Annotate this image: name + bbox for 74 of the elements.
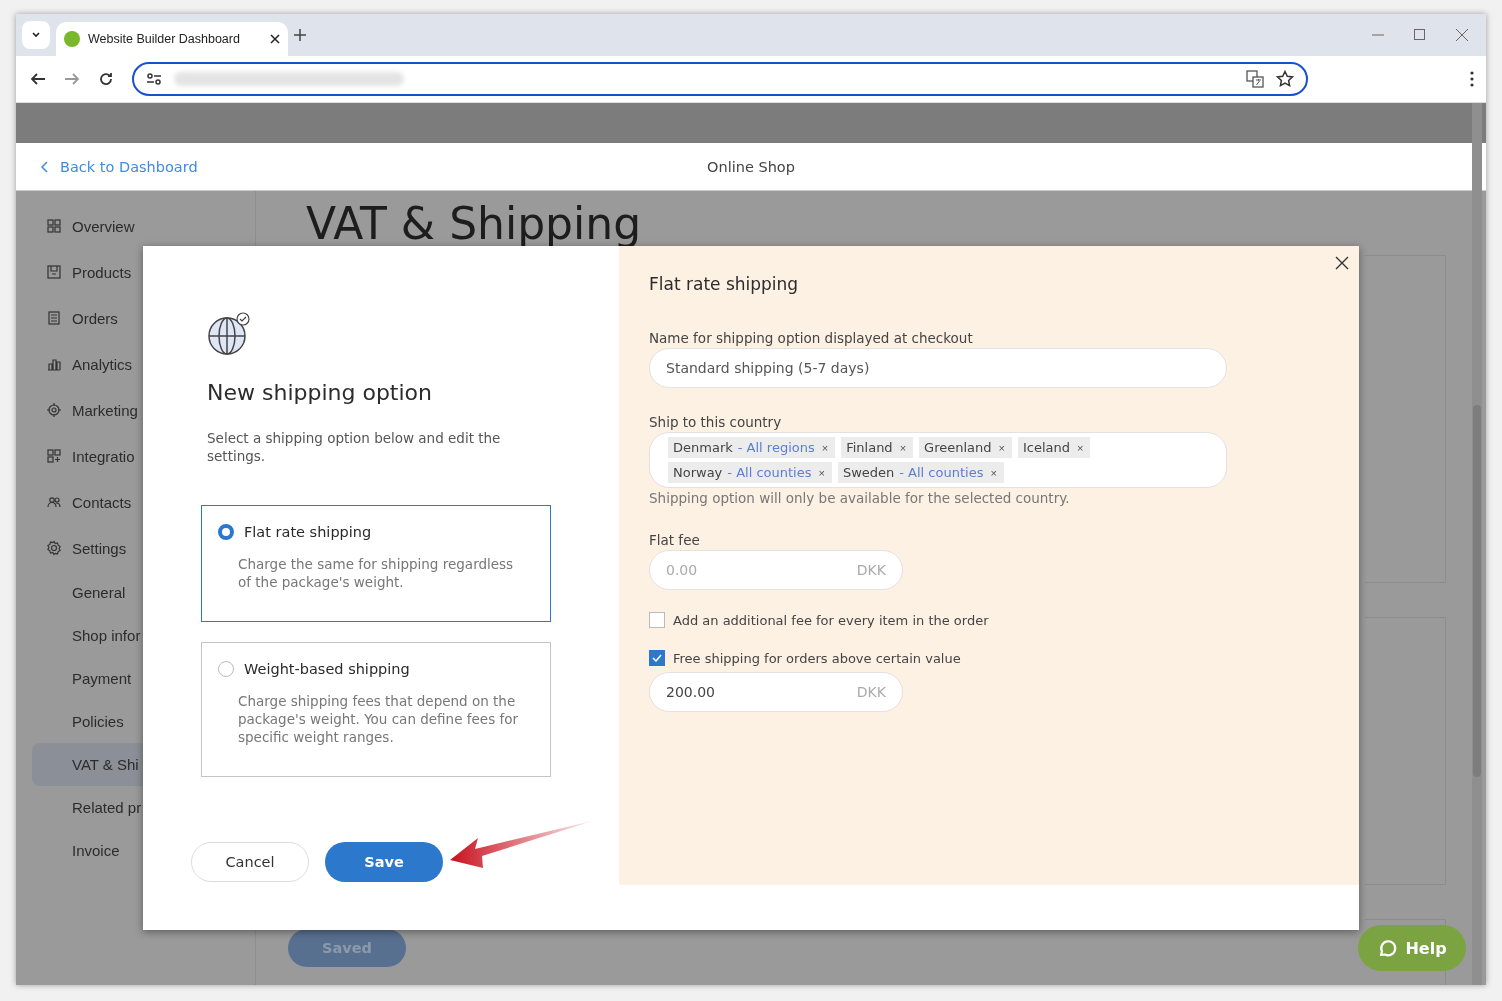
country-tag: Finland × [841,437,914,458]
menu-item-icon [46,448,62,464]
free-shipping-threshold-field[interactable]: 200.00 DKK [649,672,903,712]
menu-item-icon [46,218,62,234]
browser-tab[interactable]: Website Builder Dashboard [56,22,288,56]
menu-item-icon [46,310,62,326]
flat-fee-input[interactable]: 0.00 [666,562,857,578]
country-tag: Denmark - All regions × [668,437,836,458]
close-icon[interactable] [1335,256,1349,270]
maximize-icon[interactable] [1414,29,1426,41]
option-title: Flat rate shipping [244,524,372,540]
threshold-input[interactable]: 200.00 [666,684,857,700]
scrollbar-thumb[interactable] [1473,405,1481,777]
country-tag: Greenland × [919,437,1012,458]
back-link[interactable]: Back to Dashboard [40,158,708,175]
bookmark-star-icon[interactable] [1276,70,1294,88]
sidebar-item[interactable]: Orders [16,295,255,341]
remove-tag-button[interactable]: × [1075,441,1086,454]
site-settings-icon [146,72,162,86]
shipping-option-card[interactable]: Weight-based shipping Charge shipping fees that depend on the package's weight. You can define fees for specific weight ranges. [201,642,551,777]
remove-tag-button[interactable]: × [988,466,999,479]
globe-check-icon [207,312,251,356]
chat-bubble-icon [1377,938,1398,958]
remove-tag-button[interactable]: × [816,466,827,479]
shipping-name-field[interactable]: Standard shipping (5-7 days) [649,348,1227,388]
country-select-field[interactable]: Denmark - All regions × Finland × Greenland × Iceland × Norway - All counties × Sweden - All counties × [649,432,1227,488]
forward-icon[interactable] [64,71,80,87]
field-label: Ship to this country [649,414,783,430]
new-tab-icon[interactable] [294,29,306,41]
reload-icon[interactable] [98,71,114,87]
remove-tag-button[interactable]: × [897,441,909,454]
cancel-button[interactable]: Cancel [191,842,309,882]
country-tag: Norway - All counties × [668,462,832,483]
field-label: Name for shipping option displayed at checkout [649,330,974,346]
checkbox[interactable] [649,612,665,628]
chevron-down-icon [31,30,41,40]
country-tag: Sweden - All counties × [837,462,1004,483]
help-button[interactable]: Help [1358,925,1466,971]
shipping-option-card[interactable]: Flat rate shipping Charge the same for shipping regardless of the package's weight. [201,505,551,622]
option-description: Charge shipping fees that depend on the package's weight. You can define fees for specific weight ranges. [238,692,519,746]
menu-item-icon [46,264,62,280]
dialog-heading: New shipping option [207,380,433,405]
menu-item-icon [46,402,62,418]
checkbox-label: Add an additional fee for every item in the order [673,612,989,628]
chevron-left-icon [40,160,48,173]
tab-list-button[interactable] [22,21,50,49]
save-button[interactable]: Save [325,842,443,882]
sidebar-item[interactable]: Overview [16,203,255,249]
dialog-description: Select a shipping option below and edit the settings. [207,429,502,465]
menu-item-icon [46,540,62,556]
panel-title: Flat rate shipping [649,274,800,294]
checkbox-label: Free shipping for orders above certain value [673,650,961,666]
checkmark-icon [652,654,662,662]
menu-icon[interactable] [1470,71,1474,87]
option-title: Weight-based shipping [244,661,410,677]
page-header-title: Online Shop [707,158,795,175]
country-tag: Iceland × [1017,437,1091,458]
option-description: Charge the same for shipping regardless of the package's weight. [238,555,515,591]
radio-button[interactable] [218,524,234,540]
page-title: VAT & Shipping [306,199,643,250]
sidebar-item[interactable]: Products [16,249,255,295]
favicon-icon [64,31,80,47]
remove-tag-button[interactable]: × [819,441,831,454]
back-icon[interactable] [30,71,46,87]
field-hint: Shipping option will only be available for the selected country. [649,490,1071,506]
radio-button[interactable] [218,661,234,677]
remove-tag-button[interactable]: × [996,441,1007,454]
translate-icon[interactable] [1246,70,1264,88]
address-bar[interactable] [132,62,1308,96]
menu-item-icon [46,356,62,372]
field-label: Flat fee [649,532,701,548]
menu-item-icon [46,494,62,510]
close-icon[interactable] [270,34,280,44]
checkbox[interactable] [649,650,665,666]
